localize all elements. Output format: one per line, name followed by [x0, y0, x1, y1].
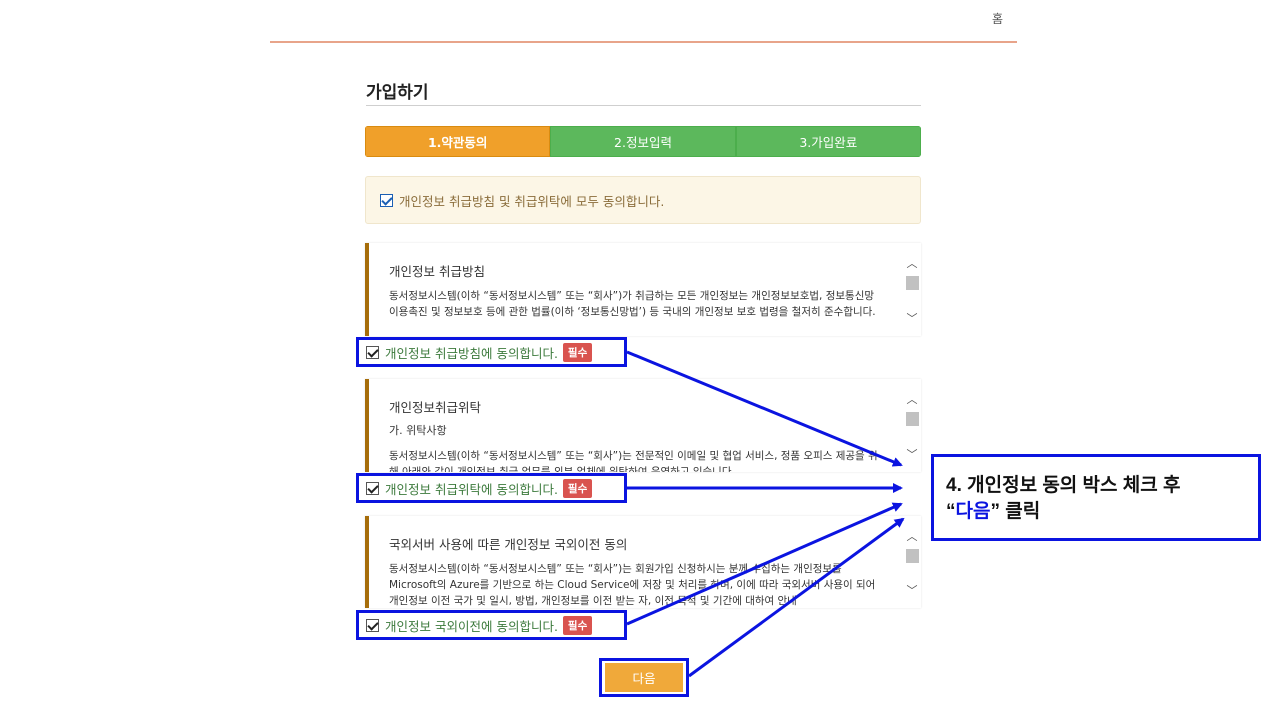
scroll-thumb[interactable]: [906, 412, 919, 426]
annotation-arrows: [626, 350, 905, 678]
terms-scrollbar[interactable]: ︿ ﹀: [903, 516, 921, 608]
terms-text: 동서정보시스템(이하 “동서정보시스템” 또는 “회사”)가 취급하는 모든 개…: [389, 290, 876, 318]
overseas-transfer-terms-box[interactable]: 국외서버 사용에 따른 개인정보 국외이전 동의 동서정보시스템(이하 “동서정…: [365, 516, 921, 608]
title-divider: [366, 105, 921, 106]
step-indicator: 1.약관동의 2.정보입력 3.가입완료: [365, 126, 921, 157]
required-badge: 필수: [562, 342, 593, 362]
privacy-consignment-agree-row[interactable]: 개인정보 취급위탁에 동의합니다. 필수: [356, 473, 627, 503]
next-button[interactable]: 다음: [605, 663, 683, 692]
instruction-callout: 4. 개인정보 동의 박스 체크 후 “다음” 클릭: [931, 454, 1261, 541]
agree-all-label[interactable]: 개인정보 취급방침 및 취급위탁에 모두 동의합니다.: [399, 191, 664, 210]
callout-quote-open: “: [946, 501, 956, 522]
privacy-policy-terms-box[interactable]: 개인정보 취급방침 동서정보시스템(이하 “동서정보시스템” 또는 “회사”)가…: [365, 243, 921, 336]
required-badge: 필수: [562, 478, 593, 498]
scroll-up-icon[interactable]: ︿: [905, 530, 919, 544]
page-title: 가입하기: [366, 83, 429, 103]
home-link[interactable]: 홈: [992, 10, 1003, 27]
callout-suffix: 클릭: [999, 501, 1041, 522]
scroll-up-icon[interactable]: ︿: [905, 257, 919, 271]
scroll-down-icon[interactable]: ﹀: [905, 312, 919, 326]
terms-text: 동서정보시스템(이하 “동서정보시스템” 또는 “회사”)는 전문적인 이메일 …: [389, 450, 878, 472]
terms-scrollbar[interactable]: ︿ ﹀: [903, 243, 921, 336]
terms-title: 국외서버 사용에 따른 개인정보 국외이전 동의: [389, 537, 628, 552]
terms-scrollbar[interactable]: ︿ ﹀: [903, 379, 921, 472]
next-button-highlight: 다음: [599, 658, 689, 697]
privacy-consignment-agree-label[interactable]: 개인정보 취급위탁에 동의합니다.: [385, 479, 558, 498]
step-signup-complete: 3.가입완료: [735, 126, 921, 157]
agree-all-checkbox[interactable]: [380, 193, 393, 207]
step-info-input: 2.정보입력: [550, 126, 736, 157]
required-badge: 필수: [562, 615, 593, 635]
privacy-policy-agree-row[interactable]: 개인정보 취급방침에 동의합니다. 필수: [356, 337, 627, 367]
step-terms-agreement: 1.약관동의: [365, 126, 551, 157]
callout-quote-close: ”: [990, 501, 1000, 522]
scroll-down-icon[interactable]: ﹀: [905, 448, 919, 462]
privacy-consignment-terms-box[interactable]: 개인정보취급위탁 가. 위탁사항 동서정보시스템(이하 “동서정보시스템” 또는…: [365, 379, 921, 472]
scroll-thumb[interactable]: [906, 549, 919, 563]
overseas-transfer-agree-row[interactable]: 개인정보 국외이전에 동의합니다. 필수: [356, 610, 627, 640]
privacy-policy-checkbox[interactable]: [366, 345, 379, 359]
callout-text: 4. 개인정보 동의 박스 체크 후: [946, 475, 1181, 496]
privacy-policy-agree-label[interactable]: 개인정보 취급방침에 동의합니다.: [385, 343, 558, 362]
terms-title: 개인정보취급위탁: [389, 400, 482, 415]
scroll-thumb[interactable]: [906, 276, 919, 290]
terms-text: 동서정보시스템(이하 “동서정보시스템” 또는 “회사”)는 회원가입 신청하시…: [389, 563, 876, 607]
agree-all-panel: 개인정보 취급방침 및 취급위탁에 모두 동의합니다.: [365, 176, 921, 224]
privacy-consignment-checkbox[interactable]: [366, 481, 379, 495]
overseas-transfer-agree-label[interactable]: 개인정보 국외이전에 동의합니다.: [385, 616, 558, 635]
terms-subtitle: 가. 위탁사항: [389, 424, 447, 437]
terms-title: 개인정보 취급방침: [389, 264, 485, 279]
scroll-up-icon[interactable]: ︿: [905, 393, 919, 407]
header-divider: [270, 41, 1017, 43]
callout-highlight: 다음: [955, 501, 991, 522]
overseas-transfer-checkbox[interactable]: [366, 618, 379, 632]
scroll-down-icon[interactable]: ﹀: [905, 584, 919, 598]
